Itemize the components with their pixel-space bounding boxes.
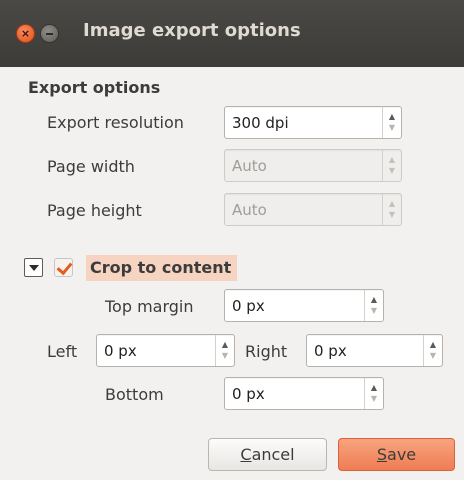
page-width-value: Auto: [232, 157, 267, 175]
title-bar[interactable]: × Image export options: [0, 0, 464, 67]
spin-down-icon[interactable]: ▼: [424, 352, 442, 360]
crop-to-content-group: Crop to content: [24, 255, 252, 281]
bottom-margin-spinbox[interactable]: 0 px ▲ ▼: [224, 377, 384, 410]
cancel-mnemonic: C: [240, 445, 252, 464]
spin-down-icon: ▼: [388, 210, 396, 219]
spin-down-icon[interactable]: ▼: [216, 352, 234, 360]
right-margin-label: Right: [245, 342, 288, 361]
spin-down-icon[interactable]: ▼: [383, 124, 401, 132]
spin-down-icon: ▼: [388, 166, 396, 175]
bottom-margin-label: Bottom: [105, 385, 164, 404]
bottom-margin-stepper[interactable]: ▲ ▼: [364, 378, 383, 409]
spin-up-icon[interactable]: ▲: [424, 341, 442, 349]
save-mnemonic: S: [376, 445, 388, 464]
top-margin-label: Top margin: [105, 297, 194, 316]
spin-up-icon[interactable]: ▲: [365, 384, 383, 392]
page-height-stepper: ▲ ▼: [382, 194, 401, 225]
export-resolution-spinbox[interactable]: 300 dpi ▲ ▼: [224, 106, 402, 139]
cancel-button[interactable]: Cancel: [208, 438, 327, 471]
left-margin-label: Left: [47, 342, 78, 361]
right-margin-spinbox[interactable]: 0 px ▲ ▼: [306, 334, 443, 367]
top-margin-value: 0 px: [232, 297, 265, 315]
collapse-arrow-icon[interactable]: [24, 258, 43, 277]
spin-up-icon: ▲: [388, 155, 396, 164]
window-title: Image export options: [83, 20, 301, 41]
save-button[interactable]: Save: [338, 438, 455, 471]
close-button[interactable]: ×: [16, 24, 35, 43]
left-margin-value: 0 px: [104, 342, 137, 360]
spin-down-icon[interactable]: ▼: [365, 395, 383, 403]
export-resolution-stepper[interactable]: ▲ ▼: [382, 107, 401, 138]
page-width-spinbox: Auto ▲ ▼: [224, 149, 402, 182]
crop-to-content-checkbox[interactable]: [54, 258, 73, 277]
page-height-value: Auto: [232, 201, 267, 219]
spin-up-icon[interactable]: ▲: [383, 113, 401, 121]
left-margin-spinbox[interactable]: 0 px ▲ ▼: [96, 334, 235, 367]
export-options-heading: Export options: [28, 78, 161, 97]
cancel-label: ancel: [251, 445, 295, 464]
right-margin-value: 0 px: [314, 342, 347, 360]
page-height-label: Page height: [47, 201, 142, 220]
minimize-button[interactable]: [40, 24, 59, 43]
bottom-margin-value: 0 px: [232, 385, 265, 403]
top-margin-stepper[interactable]: ▲ ▼: [364, 290, 383, 321]
left-margin-stepper[interactable]: ▲ ▼: [215, 335, 234, 366]
close-icon: ×: [20, 27, 31, 40]
spin-down-icon[interactable]: ▼: [365, 307, 383, 315]
page-width-label: Page width: [47, 157, 135, 176]
right-margin-stepper[interactable]: ▲ ▼: [423, 335, 442, 366]
top-margin-spinbox[interactable]: 0 px ▲ ▼: [224, 289, 384, 322]
spin-up-icon[interactable]: ▲: [365, 296, 383, 304]
spin-up-icon[interactable]: ▲: [216, 341, 234, 349]
crop-to-content-label[interactable]: Crop to content: [86, 255, 238, 281]
export-resolution-label: Export resolution: [47, 113, 184, 132]
spin-up-icon: ▲: [388, 199, 396, 208]
page-height-spinbox: Auto ▲ ▼: [224, 193, 402, 226]
image-export-dialog: × Image export options Export options Ex…: [0, 0, 464, 480]
save-label: ave: [387, 445, 417, 464]
page-width-stepper: ▲ ▼: [382, 150, 401, 181]
export-resolution-value: 300 dpi: [232, 114, 289, 132]
